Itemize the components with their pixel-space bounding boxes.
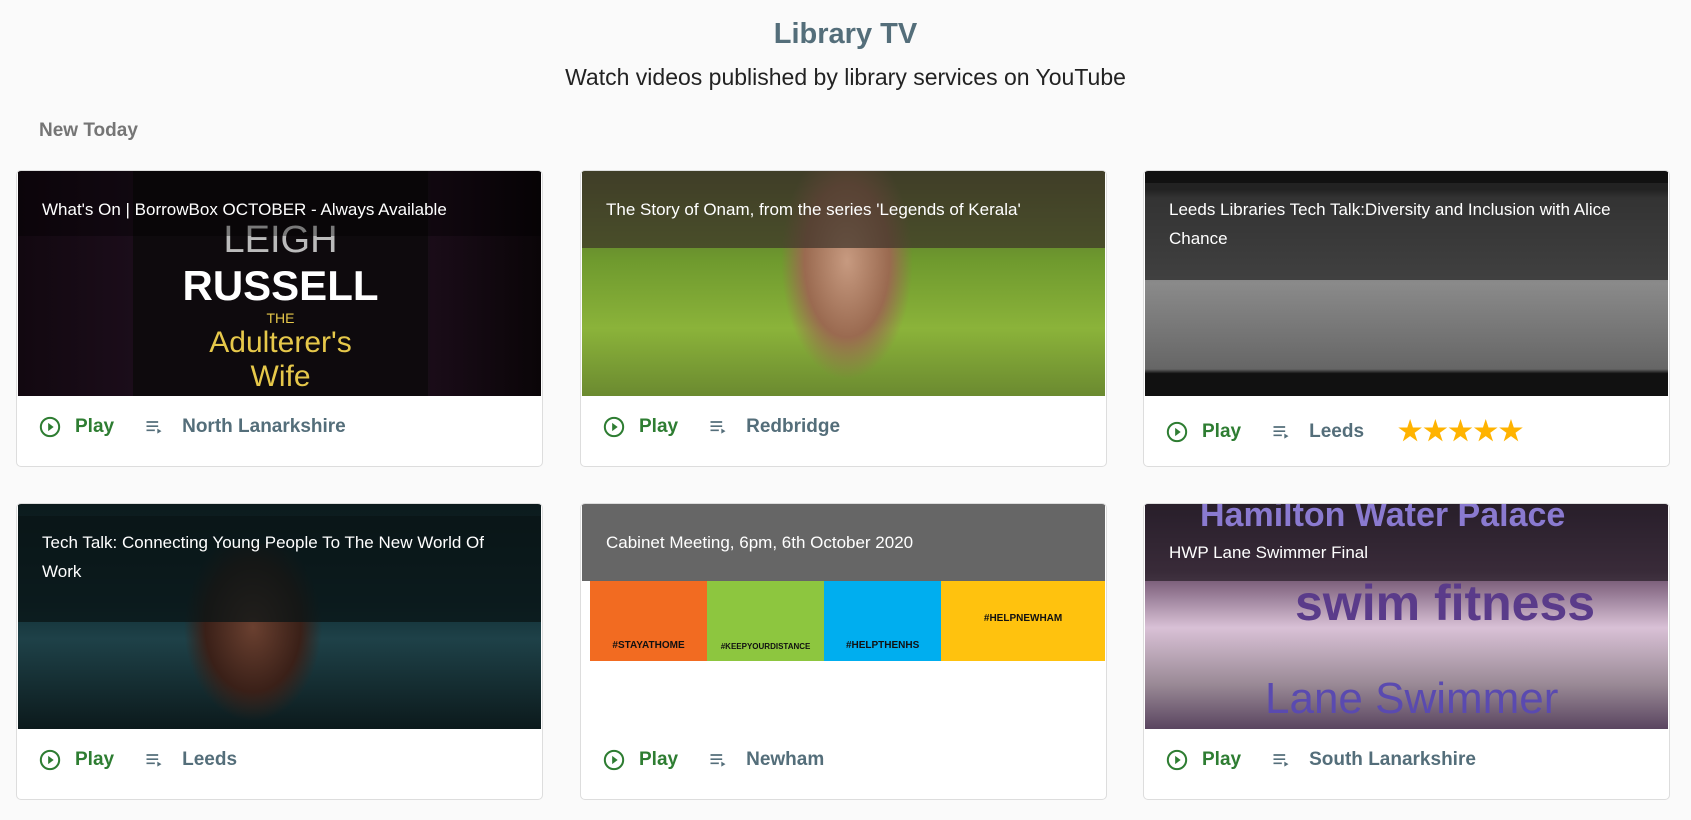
- play-button[interactable]: Play: [1166, 421, 1241, 443]
- video-thumbnail[interactable]: The Story of Onam, from the series 'Lege…: [582, 171, 1105, 396]
- thumb-text: #HELPNEWHAM: [941, 576, 1105, 661]
- play-label: Play: [1202, 749, 1242, 770]
- video-thumbnail[interactable]: Leeds Libraries Tech Talk:Diversity and …: [1145, 171, 1668, 396]
- video-card: #STAYATHOME #KEEPYOURDISTANCE #HELPTHENH…: [580, 503, 1107, 800]
- playlist-icon: [710, 421, 726, 434]
- play-circle-icon: [603, 749, 625, 771]
- play-circle-icon: [1166, 421, 1188, 442]
- library-name: Leeds: [182, 749, 238, 770]
- thumb-text: Wife: [250, 360, 311, 393]
- play-button[interactable]: Play: [39, 749, 114, 771]
- thumb-text: #STAYATHOME: [590, 576, 708, 661]
- video-title: Tech Talk: Connecting Young People To Th…: [18, 516, 541, 622]
- play-button[interactable]: Play: [1166, 749, 1241, 771]
- section-heading: New Today: [39, 120, 138, 141]
- thumb-text: Lane Swimmer: [1265, 674, 1559, 723]
- library-link[interactable]: Redbridge: [708, 416, 840, 438]
- library-name: Redbridge: [746, 416, 841, 437]
- play-button[interactable]: Play: [39, 416, 114, 438]
- play-button[interactable]: Play: [603, 749, 678, 771]
- video-card: The Story of Onam, from the series 'Lege…: [580, 170, 1107, 467]
- library-link[interactable]: Leeds: [1271, 421, 1364, 443]
- video-title: The Story of Onam, from the series 'Lege…: [582, 171, 1105, 248]
- thumb-text: THE: [266, 310, 295, 326]
- video-card: Tech Talk: Connecting Young People To Th…: [16, 503, 543, 800]
- video-thumbnail[interactable]: #STAYATHOME #KEEPYOURDISTANCE #HELPTHENH…: [582, 504, 1105, 729]
- library-link[interactable]: Newham: [708, 749, 824, 771]
- thumb-text: Hamilton Water Palace: [1200, 504, 1566, 534]
- thumb-text: RUSSELL: [182, 262, 379, 309]
- library-link[interactable]: South Lanarkshire: [1271, 749, 1476, 771]
- library-name: Leeds: [1309, 420, 1365, 442]
- video-thumbnail[interactable]: Hamilton Water Palace swim fitness Lane …: [1145, 504, 1668, 729]
- playlist-icon: [146, 754, 162, 767]
- playlist-icon: [146, 421, 162, 434]
- video-title: Cabinet Meeting, 6pm, 6th October 2020: [582, 504, 1105, 581]
- thumb-text: #KEEPYOURDISTANCE: [707, 576, 825, 661]
- play-circle-icon: [39, 416, 61, 438]
- star-rating: ★★★★★: [1398, 416, 1525, 446]
- video-card: LEIGH RUSSELL THE Adulterer's Wife What'…: [16, 170, 543, 467]
- play-circle-icon: [1166, 749, 1188, 771]
- page-subtitle: Watch videos published by library servic…: [565, 64, 1126, 90]
- thumb-banner: #STAYATHOME #KEEPYOURDISTANCE #HELPTHENH…: [590, 576, 1105, 661]
- library-name: North Lanarkshire: [182, 416, 346, 437]
- playlist-icon: [710, 754, 726, 767]
- play-circle-icon: [39, 749, 61, 771]
- video-thumbnail[interactable]: LEIGH RUSSELL THE Adulterer's Wife What'…: [18, 171, 541, 396]
- playlist-icon: [1273, 425, 1289, 439]
- play-circle-icon: [603, 416, 625, 438]
- page-title: Library TV: [773, 18, 918, 50]
- thumb-text: Adulterer's: [209, 326, 352, 359]
- library-name: South Lanarkshire: [1309, 749, 1476, 770]
- play-label: Play: [1202, 420, 1242, 442]
- thumb-text: swim fitness: [1295, 575, 1596, 631]
- library-name: Newham: [746, 749, 825, 770]
- video-thumbnail[interactable]: Tech Talk: Connecting Young People To Th…: [18, 504, 541, 729]
- play-label: Play: [75, 749, 115, 770]
- video-card: Leeds Libraries Tech Talk:Diversity and …: [1143, 170, 1670, 467]
- play-button[interactable]: Play: [603, 416, 678, 438]
- video-title: What's On | BorrowBox OCTOBER - Always A…: [18, 171, 541, 236]
- video-title: Leeds Libraries Tech Talk:Diversity and …: [1145, 183, 1668, 280]
- thumb-text: #HELPTHENHS: [824, 576, 942, 661]
- play-label: Play: [639, 749, 679, 770]
- library-link[interactable]: North Lanarkshire: [144, 416, 346, 438]
- video-card: Hamilton Water Palace swim fitness Lane …: [1143, 503, 1670, 800]
- play-label: Play: [639, 416, 679, 437]
- library-link[interactable]: Leeds: [144, 749, 237, 771]
- play-label: Play: [75, 416, 115, 437]
- playlist-icon: [1273, 754, 1289, 767]
